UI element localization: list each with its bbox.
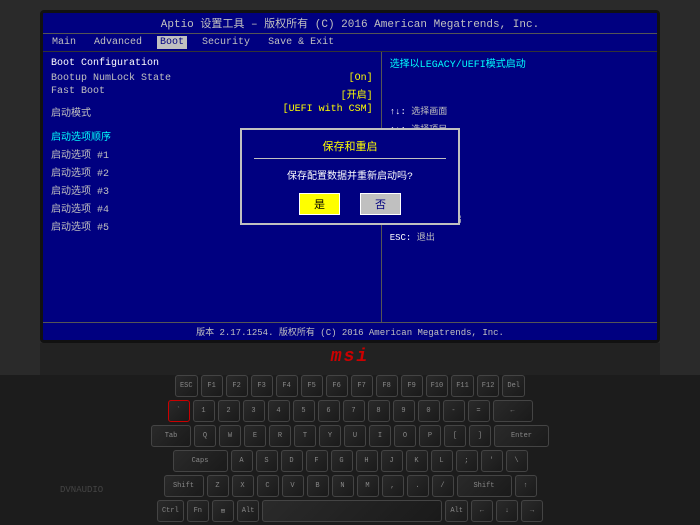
key-backtick[interactable]: `	[168, 400, 190, 422]
key-v[interactable]: V	[282, 475, 304, 497]
key-8[interactable]: 8	[368, 400, 390, 422]
key-f4[interactable]: F4	[276, 375, 298, 397]
key-i[interactable]: I	[369, 425, 391, 447]
key-f3[interactable]: F3	[251, 375, 273, 397]
key-w[interactable]: W	[219, 425, 241, 447]
key-space[interactable]	[262, 500, 442, 522]
keyboard-row-space: Ctrl Fn ⊞ Alt Alt ← ↓ →	[60, 500, 640, 522]
key-up[interactable]: ↑	[515, 475, 537, 497]
key-z[interactable]: Z	[207, 475, 229, 497]
dialog-overlay: 保存和重启 保存配置数据并重新启动吗? 是 否	[43, 13, 657, 340]
save-restart-dialog: 保存和重启 保存配置数据并重新启动吗? 是 否	[240, 128, 460, 225]
key-slash[interactable]: /	[432, 475, 454, 497]
key-s[interactable]: S	[256, 450, 278, 472]
key-rbracket[interactable]: ]	[469, 425, 491, 447]
key-o[interactable]: O	[394, 425, 416, 447]
dialog-yes-button[interactable]: 是	[299, 193, 340, 215]
key-backspace[interactable]: ←	[493, 400, 533, 422]
key-j[interactable]: J	[381, 450, 403, 472]
key-c[interactable]: C	[257, 475, 279, 497]
key-p[interactable]: P	[419, 425, 441, 447]
key-f7[interactable]: F7	[351, 375, 373, 397]
dvnaudio-label: DVNAUDIO	[60, 485, 103, 495]
key-2[interactable]: 2	[218, 400, 240, 422]
key-f10[interactable]: F10	[426, 375, 449, 397]
key-h[interactable]: H	[356, 450, 378, 472]
key-k[interactable]: K	[406, 450, 428, 472]
key-g[interactable]: G	[331, 450, 353, 472]
key-m[interactable]: M	[357, 475, 379, 497]
key-tab[interactable]: Tab	[151, 425, 191, 447]
key-alt-r[interactable]: Alt	[445, 500, 468, 522]
key-6[interactable]: 6	[318, 400, 340, 422]
key-f8[interactable]: F8	[376, 375, 398, 397]
key-alt-l[interactable]: Alt	[237, 500, 260, 522]
bios-screen: Aptio 设置工具 – 版权所有 (C) 2016 American Mega…	[43, 13, 657, 340]
key-comma[interactable]: ,	[382, 475, 404, 497]
keyboard-row-zxcv: Shift Z X C V B N M , . / Shift ↑	[60, 475, 640, 497]
key-shift-l[interactable]: Shift	[164, 475, 204, 497]
key-3[interactable]: 3	[243, 400, 265, 422]
key-x[interactable]: X	[232, 475, 254, 497]
key-4[interactable]: 4	[268, 400, 290, 422]
key-del[interactable]: Del	[502, 375, 525, 397]
key-f2[interactable]: F2	[226, 375, 248, 397]
keyboard-row-fn: ESC F1 F2 F3 F4 F5 F6 F7 F8 F9 F10 F11 F…	[60, 375, 640, 397]
key-n[interactable]: N	[332, 475, 354, 497]
key-q[interactable]: Q	[194, 425, 216, 447]
dialog-message: 保存配置数据并重新启动吗?	[254, 167, 446, 183]
key-right[interactable]: →	[521, 500, 543, 522]
laptop-body: Aptio 设置工具 – 版权所有 (C) 2016 American Mega…	[0, 0, 700, 525]
key-shift-r[interactable]: Shift	[457, 475, 512, 497]
msi-logo: msi	[331, 347, 369, 367]
key-l[interactable]: L	[431, 450, 453, 472]
key-fn[interactable]: Fn	[187, 500, 209, 522]
dialog-buttons: 是 否	[254, 193, 446, 215]
key-d[interactable]: D	[281, 450, 303, 472]
keyboard-row-numbers: ` 1 2 3 4 5 6 7 8 9 0 - = ←	[60, 400, 640, 422]
keyboard-row-qwerty: Tab Q W E R T Y U I O P [ ] Enter	[60, 425, 640, 447]
key-9[interactable]: 9	[393, 400, 415, 422]
key-f6[interactable]: F6	[326, 375, 348, 397]
key-t[interactable]: T	[294, 425, 316, 447]
key-down[interactable]: ↓	[496, 500, 518, 522]
key-f9[interactable]: F9	[401, 375, 423, 397]
key-caps[interactable]: Caps	[173, 450, 228, 472]
key-f[interactable]: F	[306, 450, 328, 472]
key-lbracket[interactable]: [	[444, 425, 466, 447]
key-left[interactable]: ←	[471, 500, 493, 522]
dialog-title: 保存和重启	[254, 138, 446, 159]
key-period[interactable]: .	[407, 475, 429, 497]
key-ctrl-l[interactable]: Ctrl	[157, 500, 184, 522]
key-semicolon[interactable]: ;	[456, 450, 478, 472]
key-0[interactable]: 0	[418, 400, 440, 422]
key-5[interactable]: 5	[293, 400, 315, 422]
key-quote[interactable]: '	[481, 450, 503, 472]
key-backslash[interactable]: \	[506, 450, 528, 472]
key-f11[interactable]: F11	[451, 375, 474, 397]
key-f12[interactable]: F12	[477, 375, 500, 397]
key-f1[interactable]: F1	[201, 375, 223, 397]
key-1[interactable]: 1	[193, 400, 215, 422]
key-esc[interactable]: ESC	[175, 375, 198, 397]
key-r[interactable]: R	[269, 425, 291, 447]
dialog-no-button[interactable]: 否	[360, 193, 401, 215]
key-enter[interactable]: Enter	[494, 425, 549, 447]
key-minus[interactable]: -	[443, 400, 465, 422]
keyboard-row-asdf: Caps A S D F G H J K L ; ' \	[60, 450, 640, 472]
key-u[interactable]: U	[344, 425, 366, 447]
key-7[interactable]: 7	[343, 400, 365, 422]
key-b[interactable]: B	[307, 475, 329, 497]
key-win[interactable]: ⊞	[212, 500, 234, 522]
key-f5[interactable]: F5	[301, 375, 323, 397]
keyboard-area: DVNAUDIO ESC F1 F2 F3 F4 F5 F6 F7 F8 F9 …	[0, 375, 700, 525]
key-equals[interactable]: =	[468, 400, 490, 422]
key-y[interactable]: Y	[319, 425, 341, 447]
screen-bezel: Aptio 设置工具 – 版权所有 (C) 2016 American Mega…	[40, 10, 660, 343]
keyboard: ESC F1 F2 F3 F4 F5 F6 F7 F8 F9 F10 F11 F…	[60, 375, 640, 525]
key-a[interactable]: A	[231, 450, 253, 472]
key-e[interactable]: E	[244, 425, 266, 447]
